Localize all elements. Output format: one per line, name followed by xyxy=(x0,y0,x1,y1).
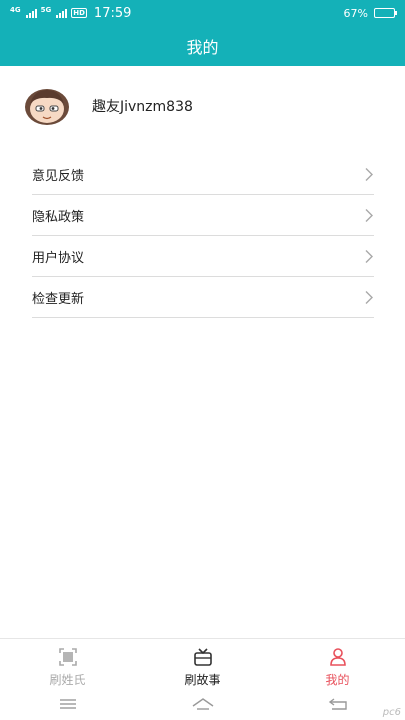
tv-icon xyxy=(193,648,212,666)
menu-item-feedback[interactable]: 意见反馈 xyxy=(32,154,374,195)
tab-surname[interactable]: 刷姓氏 xyxy=(0,639,135,688)
tab-label: 刷故事 xyxy=(184,673,221,687)
tab-label: 刷姓氏 xyxy=(49,673,86,687)
menu-item-label: 检查更新 xyxy=(32,291,85,307)
title-bar: 我的 xyxy=(0,26,405,66)
chevron-right-icon xyxy=(365,167,373,181)
system-nav-bar xyxy=(0,688,405,720)
status-bar-right: 67% xyxy=(343,6,397,20)
profile-row[interactable]: 趣友Jivnzm838 xyxy=(24,86,193,126)
chevron-right-icon xyxy=(365,290,373,304)
network-4g-label: 4G xyxy=(10,6,21,14)
hd-badge: HD xyxy=(71,8,87,18)
menu-item-privacy[interactable]: 隐私政策 xyxy=(32,195,374,236)
avatar[interactable] xyxy=(24,86,70,126)
bottom-tab-bar: 刷姓氏 刷故事 我的 xyxy=(0,638,405,688)
menu-item-label: 意见反馈 xyxy=(32,168,85,184)
username: 趣友Jivnzm838 xyxy=(92,99,193,115)
menu-item-label: 用户协议 xyxy=(32,250,85,266)
chevron-right-icon xyxy=(365,208,373,222)
battery-percent: 67% xyxy=(343,6,368,20)
menu-item-agreement[interactable]: 用户协议 xyxy=(32,236,374,277)
tab-label: 我的 xyxy=(325,673,350,687)
back-icon[interactable] xyxy=(326,696,350,712)
settings-menu: 意见反馈 隐私政策 用户协议 检查更新 xyxy=(32,154,374,318)
chevron-right-icon xyxy=(365,249,373,263)
signal-icon xyxy=(25,8,37,18)
person-icon xyxy=(329,648,346,666)
scan-icon xyxy=(58,648,77,666)
signal-icon-2 xyxy=(56,8,68,18)
menu-item-label: 隐私政策 xyxy=(32,209,85,225)
home-icon[interactable] xyxy=(191,696,215,712)
menu-icon[interactable] xyxy=(56,696,80,712)
page-title: 我的 xyxy=(186,38,219,57)
network-5g-label: 5G xyxy=(40,6,52,14)
tab-mine[interactable]: 我的 xyxy=(270,639,405,688)
battery-icon xyxy=(374,8,397,18)
tab-story[interactable]: 刷故事 xyxy=(135,639,270,688)
watermark: pc6 xyxy=(382,707,401,718)
status-bar: 4G 5G HD 17:59 67% xyxy=(0,0,405,26)
status-bar-left: 4G 5G HD 17:59 xyxy=(10,6,131,21)
clock: 17:59 xyxy=(93,5,132,21)
menu-item-check-update[interactable]: 检查更新 xyxy=(32,277,374,318)
